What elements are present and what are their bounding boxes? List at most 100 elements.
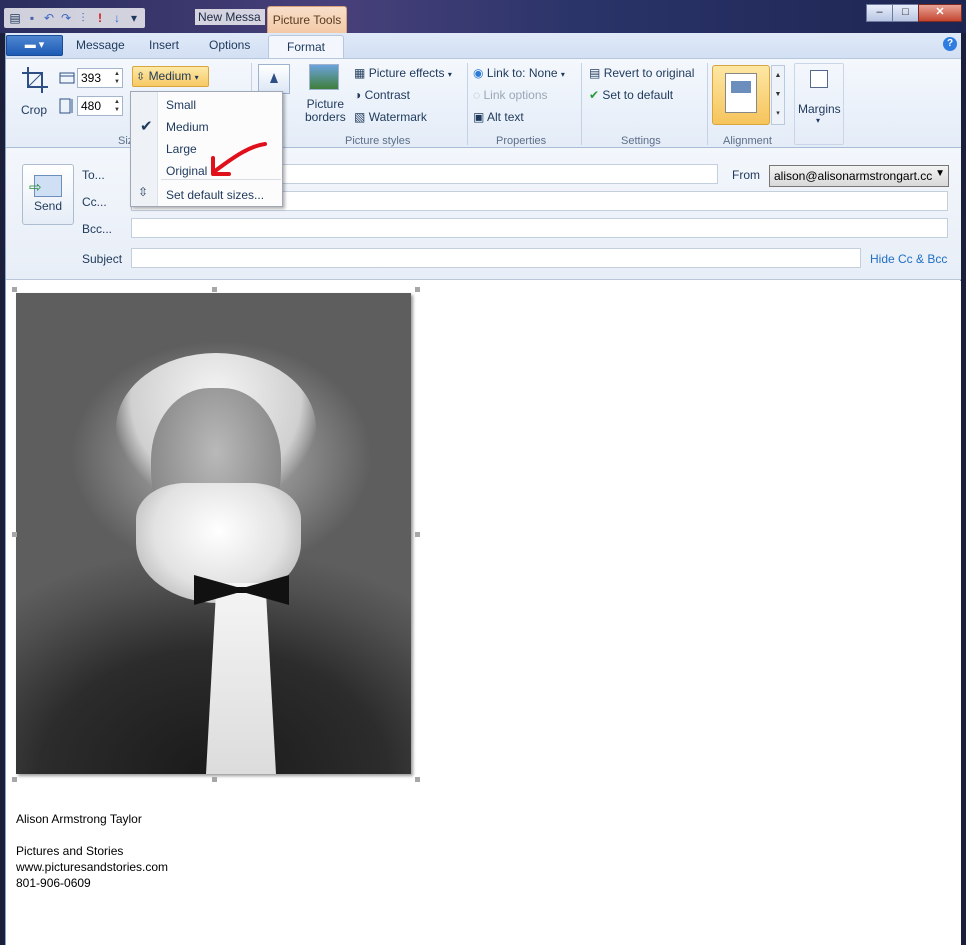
chevron-down-icon: ▾ xyxy=(447,70,452,79)
undo-icon[interactable]: ↶ xyxy=(42,11,56,25)
size-preset-label: Medium xyxy=(148,69,192,83)
alt-text-button[interactable]: ▣ Alt text xyxy=(473,110,524,124)
cc-button[interactable]: Cc... xyxy=(82,195,107,209)
send-icon xyxy=(29,175,62,197)
quick-access-toolbar: ▤ ▪ ↶ ↷ ⫶ ! ↓ ▾ xyxy=(4,8,145,28)
from-label: From xyxy=(732,168,760,182)
window-title: New Messa xyxy=(195,9,265,25)
portrait-photo[interactable] xyxy=(16,293,411,774)
to-button[interactable]: To... xyxy=(82,168,105,182)
height-icon xyxy=(59,98,73,114)
send-label: Send xyxy=(33,199,63,213)
set-to-default-button[interactable]: ✔ Set to default xyxy=(589,88,673,102)
picture-borders-icon[interactable] xyxy=(309,64,339,90)
checkmark-icon: ✔ xyxy=(140,118,153,135)
link-to-dropdown[interactable]: ◉ Link to: None ▾ xyxy=(473,66,565,80)
redo-icon[interactable]: ↷ xyxy=(59,11,73,25)
globe-icon: ◉ xyxy=(473,66,484,80)
link-options-label: Link options xyxy=(483,88,548,102)
menu-item-small[interactable]: Small xyxy=(166,98,196,112)
resize-handle[interactable] xyxy=(12,777,17,782)
alt-text-icon: ▣ xyxy=(473,110,485,124)
resize-handle[interactable] xyxy=(212,287,217,292)
width-input[interactable]: 393 xyxy=(77,68,123,88)
menu-item-original[interactable]: Original xyxy=(166,164,207,178)
help-icon[interactable]: ? xyxy=(943,37,957,51)
signature-name: Alison Armstrong Taylor xyxy=(16,812,142,826)
title-bar: ▤ ▪ ↶ ↷ ⫶ ! ↓ ▾ New Messa Picture Tools … xyxy=(0,0,966,34)
hide-cc-bcc-link[interactable]: Hide Cc & Bcc xyxy=(870,252,947,266)
resize-handle[interactable] xyxy=(415,532,420,537)
tab-insert[interactable]: Insert xyxy=(149,38,179,52)
set-default-label: Set to default xyxy=(602,88,674,102)
send-button[interactable]: Send xyxy=(22,164,74,225)
alignment-gallery-scroll[interactable]: ▲ ▼ ▾ xyxy=(771,65,785,125)
resize-handle[interactable] xyxy=(212,777,217,782)
shape-icon xyxy=(270,73,278,83)
picture-styles-group-label: Picture styles xyxy=(345,135,411,147)
margins-button[interactable]: Margins ▾ xyxy=(794,63,844,145)
subject-field[interactable] xyxy=(131,248,861,268)
crop-icon xyxy=(22,67,48,93)
tab-options[interactable]: Options xyxy=(209,38,250,52)
revert-to-original-button[interactable]: ▤ Revert to original xyxy=(589,66,694,80)
picture-borders-label[interactable]: Picture borders xyxy=(305,98,346,124)
picture-shape-button[interactable] xyxy=(258,64,290,94)
resize-handle[interactable] xyxy=(12,532,17,537)
alt-text-label: Alt text xyxy=(487,110,524,124)
menu-item-set-default-sizes[interactable]: Set default sizes... xyxy=(166,188,264,202)
message-body[interactable]: Alison Armstrong Taylor Pictures and Sto… xyxy=(6,281,961,945)
attach-icon[interactable]: ⫶ xyxy=(76,11,90,25)
margins-icon xyxy=(810,70,828,88)
chevron-down-icon: ▾ xyxy=(560,70,565,79)
save-icon[interactable]: ▪ xyxy=(25,11,39,25)
crop-button[interactable]: Crop xyxy=(16,63,54,119)
inline-alignment-icon xyxy=(725,73,757,113)
properties-group-label: Properties xyxy=(496,135,547,147)
size-preset-dropdown[interactable]: ⇳ Medium ▾ xyxy=(132,66,209,87)
maximize-button[interactable]: □ xyxy=(892,4,919,22)
ribbon-tabs: ▬ ▾ Message Insert Options Format ? xyxy=(6,33,961,59)
menu-item-large[interactable]: Large xyxy=(166,142,197,156)
watermark-icon: ▧ xyxy=(354,110,366,124)
margins-label: Margins xyxy=(798,102,841,116)
chevron-down-icon: ▾ xyxy=(816,116,821,125)
settings-group-label: Settings xyxy=(621,135,661,147)
resize-icon: ⇳ xyxy=(136,71,146,83)
picture-effects-icon: ▦ xyxy=(354,66,366,80)
from-select[interactable]: alison@alisonarmstrongart.cc ▼ xyxy=(769,165,949,187)
tab-message[interactable]: Message xyxy=(76,38,125,52)
signature-company: Pictures and Stories xyxy=(16,844,124,858)
bcc-button[interactable]: Bcc... xyxy=(82,222,112,236)
chevron-down-icon: ▼ xyxy=(935,168,945,179)
tab-format[interactable]: Format xyxy=(268,35,344,59)
resize-handle[interactable] xyxy=(415,287,420,292)
alignment-gallery-item[interactable] xyxy=(712,65,770,125)
high-priority-icon[interactable]: ! xyxy=(93,11,107,25)
contrast-button[interactable]: ◑ Contrast xyxy=(354,88,410,102)
picture-effects-button[interactable]: ▦ Picture effects ▾ xyxy=(354,66,452,80)
resize-handle[interactable] xyxy=(12,287,17,292)
set-default-icon: ✔ xyxy=(589,88,600,102)
watermark-label: Watermark xyxy=(368,110,427,124)
contrast-label: Contrast xyxy=(364,88,410,102)
annotation-arrow xyxy=(211,142,267,176)
minimize-button[interactable]: – xyxy=(866,4,893,22)
signature-phone: 801-906-0609 xyxy=(16,876,91,890)
low-priority-icon[interactable]: ↓ xyxy=(110,11,124,25)
app-icon[interactable]: ▤ xyxy=(8,11,22,25)
signature-website: www.picturesandstories.com xyxy=(16,860,169,874)
subject-label: Subject xyxy=(82,252,123,266)
height-input[interactable]: 480 xyxy=(77,96,123,116)
close-button[interactable]: ✕ xyxy=(918,4,962,22)
link-options-button[interactable]: ◌ Link options xyxy=(473,88,548,102)
resize-handle[interactable] xyxy=(415,777,420,782)
file-menu-button[interactable]: ▬ ▾ xyxy=(6,35,63,56)
bcc-field[interactable] xyxy=(131,218,948,238)
revert-icon: ▤ xyxy=(589,66,601,80)
revert-label: Revert to original xyxy=(603,66,695,80)
width-icon xyxy=(59,72,75,84)
menu-item-medium[interactable]: Medium xyxy=(166,120,209,134)
customize-dropdown-icon[interactable]: ▾ xyxy=(127,11,141,25)
watermark-button[interactable]: ▧ Watermark xyxy=(354,110,427,124)
